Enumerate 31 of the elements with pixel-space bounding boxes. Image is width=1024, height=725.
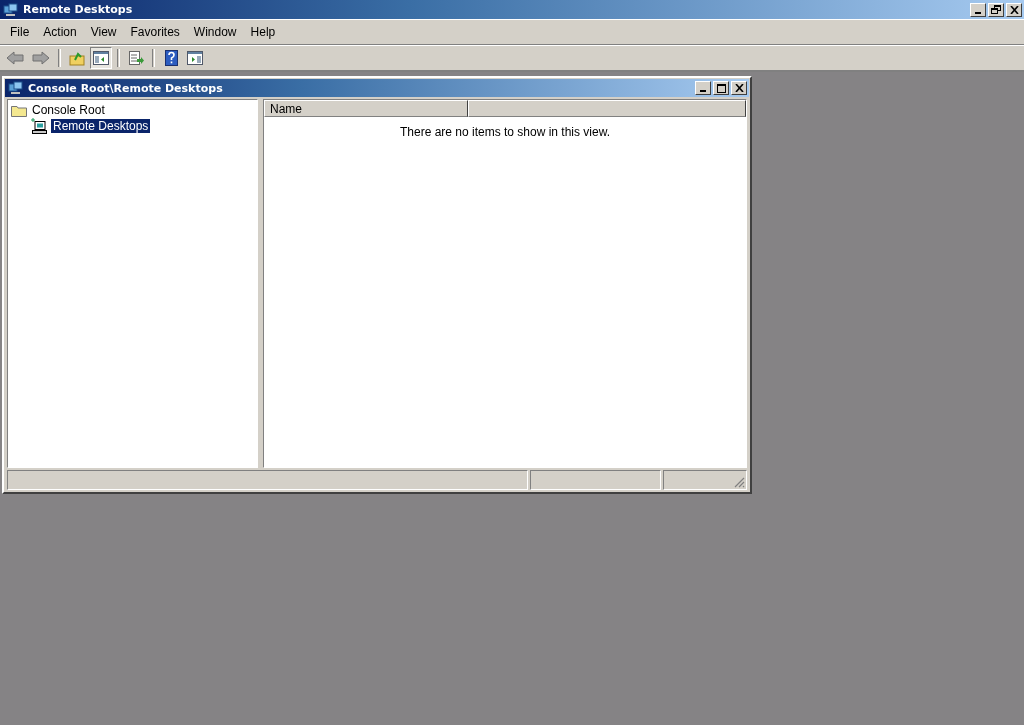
menu-item[interactable]: Action <box>36 25 84 39</box>
maximize-button[interactable] <box>713 81 729 95</box>
restore-icon <box>991 5 1001 14</box>
column-header[interactable]: Name <box>264 100 468 117</box>
window-title: Console Root\Remote Desktops <box>28 81 223 95</box>
window-title: Remote Desktops <box>23 3 133 16</box>
column-header[interactable] <box>468 100 746 117</box>
menu-item[interactable]: Favorites <box>123 25 187 39</box>
close-button[interactable] <box>731 81 747 95</box>
close-button[interactable] <box>1006 2 1022 17</box>
menu-item[interactable]: Window <box>186 25 244 39</box>
menu-item[interactable]: File <box>3 25 37 39</box>
empty-message: There are no items to show in this view. <box>398 125 612 139</box>
maximize-icon <box>716 83 726 93</box>
close-icon <box>1009 5 1019 14</box>
minimize-icon <box>700 90 706 92</box>
computers-icon <box>8 81 24 95</box>
minimize-icon <box>975 11 981 14</box>
close-icon <box>734 84 744 92</box>
console-tree-icon[interactable] <box>90 47 112 69</box>
menu-item[interactable]: Help <box>243 25 283 39</box>
tree-item[interactable]: Remote Desktops <box>51 119 151 133</box>
minimize-button[interactable] <box>695 81 711 95</box>
folder-icon <box>11 103 27 117</box>
restore-button[interactable] <box>988 2 1004 17</box>
menu-item[interactable]: View <box>83 25 124 39</box>
resize-grip-icon <box>734 477 745 488</box>
computer-icon <box>30 118 48 134</box>
computers-icon <box>3 2 19 17</box>
tree-item[interactable]: Console Root <box>30 103 107 117</box>
minimize-button[interactable] <box>970 2 986 17</box>
